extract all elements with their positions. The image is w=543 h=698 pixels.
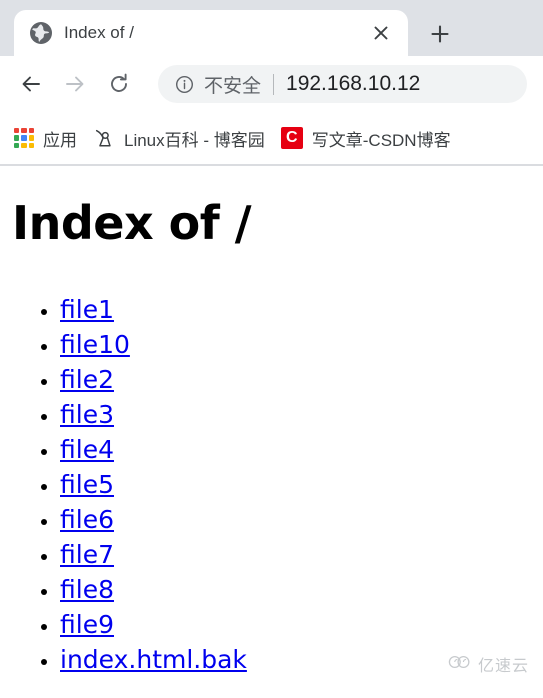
new-tab-button[interactable] xyxy=(424,18,456,50)
forward-button[interactable] xyxy=(56,65,94,103)
file-link[interactable]: file9 xyxy=(60,610,114,639)
file-link[interactable]: file1 xyxy=(60,295,114,324)
tab-index-of[interactable]: Index of / xyxy=(14,10,408,56)
list-item: file6 xyxy=(60,502,543,537)
file-link[interactable]: file8 xyxy=(60,575,114,604)
address-bar[interactable]: 不安全 192.168.10.12 xyxy=(158,65,527,103)
globe-icon xyxy=(30,22,52,44)
list-item: file7 xyxy=(60,537,543,572)
page-content: Index of / file1 file10 file2 file3 file… xyxy=(0,166,543,686)
back-button[interactable] xyxy=(12,65,50,103)
list-item: file9 xyxy=(60,607,543,642)
tab-title: Index of / xyxy=(64,23,134,42)
file-link[interactable]: file3 xyxy=(60,400,114,429)
omnibox-divider xyxy=(273,73,275,95)
bookmark-apps[interactable]: 应用 xyxy=(14,126,77,151)
list-item: file1 xyxy=(60,292,543,327)
cnblogs-icon xyxy=(93,127,115,149)
list-item: file10 xyxy=(60,327,543,362)
bookmarks-bar: 应用 Linux百科 - 博客园 C 写文章-CSDN博客 xyxy=(0,112,543,164)
list-item: file2 xyxy=(60,362,543,397)
file-link[interactable]: file6 xyxy=(60,505,114,534)
cloud-icon xyxy=(447,654,473,675)
tab-strip: Index of / xyxy=(0,0,543,56)
list-item: file3 xyxy=(60,397,543,432)
watermark: 亿速云 xyxy=(447,652,529,676)
plus-icon xyxy=(431,25,449,43)
list-item: file8 xyxy=(60,572,543,607)
url-text[interactable]: 192.168.10.12 xyxy=(286,72,420,96)
list-item: file4 xyxy=(60,432,543,467)
close-icon[interactable] xyxy=(368,20,394,46)
security-status-label: 不安全 xyxy=(204,75,262,97)
forward-arrow-icon xyxy=(66,76,84,92)
file-link[interactable]: file2 xyxy=(60,365,114,394)
file-link[interactable]: file10 xyxy=(60,330,130,359)
bookmark-csdn[interactable]: C 写文章-CSDN博客 xyxy=(280,126,451,151)
bookmark-cnblogs[interactable]: Linux百科 - 博客园 xyxy=(93,126,265,151)
file-link[interactable]: file5 xyxy=(60,470,114,499)
reload-button[interactable] xyxy=(100,65,138,103)
info-circle-icon[interactable] xyxy=(174,74,194,94)
reload-icon xyxy=(111,73,127,92)
file-list: file1 file10 file2 file3 file4 file5 fil… xyxy=(0,292,543,677)
watermark-text: 亿速云 xyxy=(477,658,529,675)
file-link[interactable]: file4 xyxy=(60,435,114,464)
file-link[interactable]: index.html.bak xyxy=(60,645,247,674)
browser-window: Index of / 不安全 192.168.10.12 应用 Linux百科 … xyxy=(0,0,543,698)
apps-grid-icon xyxy=(14,128,34,148)
csdn-icon-letter: C xyxy=(285,129,298,146)
file-link[interactable]: file7 xyxy=(60,540,114,569)
bookmark-cnblogs-label: Linux百科 - 博客园 xyxy=(124,130,265,150)
browser-toolbar: 不安全 192.168.10.12 xyxy=(0,56,543,112)
back-arrow-icon xyxy=(22,76,40,92)
bookmark-csdn-label: 写文章-CSDN博客 xyxy=(311,130,451,150)
csdn-icon: C xyxy=(280,127,303,149)
list-item: file5 xyxy=(60,467,543,502)
page-title: Index of / xyxy=(12,196,252,250)
bookmark-apps-label: 应用 xyxy=(43,130,77,150)
